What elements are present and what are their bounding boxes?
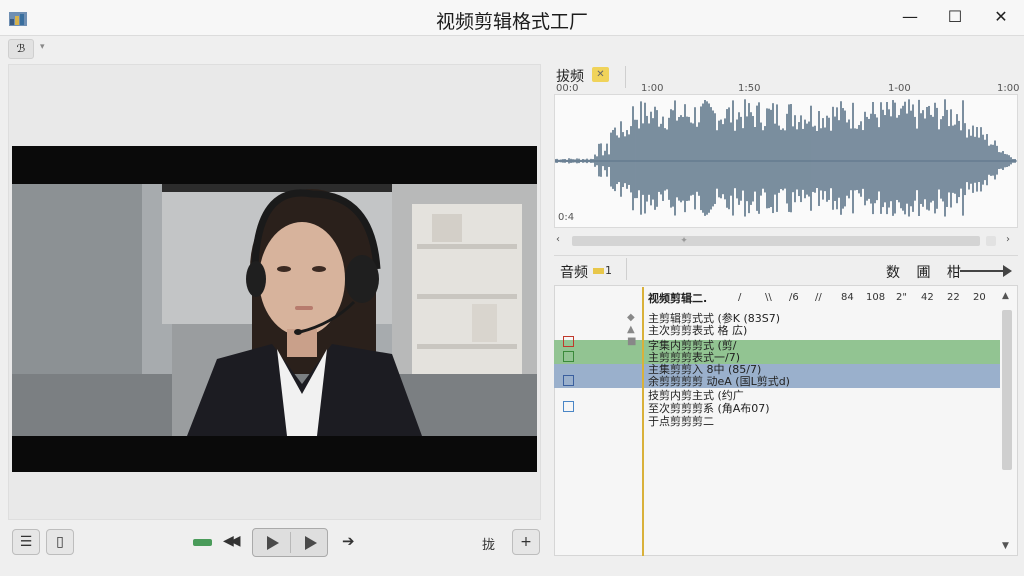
waveform-graphic (554, 99, 1017, 217)
chevron-up-icon[interactable]: ▲ (1002, 291, 1009, 301)
ruler-label: 1:00 (641, 83, 664, 94)
chevron-down-icon[interactable]: ▾ (40, 42, 45, 52)
subtitle-scrollbar[interactable] (1000, 288, 1016, 556)
subtitle-line[interactable]: 余剪剪剪剪 动eA (国L剪式d) (648, 376, 790, 388)
ruler-label: 1:00 (997, 83, 1020, 94)
row-checkbox[interactable] (563, 336, 574, 347)
play-icon[interactable] (267, 536, 279, 550)
audio-track-badge[interactable]: 1 (593, 264, 612, 277)
play-separator (290, 532, 291, 553)
row-checkbox[interactable] (563, 401, 574, 412)
play-next-icon[interactable] (305, 536, 317, 550)
audio-waveform[interactable] (554, 94, 1018, 228)
waveform-scrollbar[interactable]: ‹ ✦ › (556, 233, 1018, 249)
audio-label: 音频 (560, 265, 588, 281)
tool-6[interactable]: /6 (789, 292, 799, 303)
side-icons: ◆ ▲ ■ (627, 312, 637, 347)
list-item[interactable] (554, 340, 1000, 364)
title-bar: 视频剪辑格式工厂 — ☐ ✕ (0, 0, 1024, 36)
scroll-end (986, 236, 996, 246)
maximize-button[interactable]: ☐ (942, 6, 968, 28)
menu-button[interactable]: ℬ (8, 39, 34, 59)
tool-backslash[interactable]: \\ (765, 292, 772, 303)
tool-84[interactable]: 84 (841, 292, 854, 303)
arrow-head (1003, 265, 1012, 277)
ruler-label: 00:0 (556, 83, 579, 94)
phone-button[interactable]: ▯ (46, 529, 74, 555)
arrow-right-icon[interactable] (960, 270, 1006, 272)
subtitle-line[interactable]: 主次剪剪表式 格 広) (648, 325, 747, 337)
plus-button[interactable]: + (512, 529, 540, 555)
divider (625, 66, 626, 88)
letterbox-bottom (12, 436, 537, 472)
subtitle-line[interactable]: 至次剪剪剪系 (角A布07) (648, 403, 770, 415)
scroll-thumb[interactable]: ✦ (678, 234, 690, 248)
row-checkbox[interactable] (563, 351, 574, 362)
divider (626, 258, 627, 280)
chevron-left-icon[interactable]: ‹ (556, 234, 560, 245)
tool-108[interactable]: 108 (866, 292, 885, 303)
subtitle-panel (554, 285, 1018, 556)
scroll-track[interactable] (572, 236, 980, 246)
chevron-down-icon[interactable]: ▼ (1002, 541, 1009, 551)
forward-icon[interactable]: ➔ (342, 532, 355, 550)
rewind-icon[interactable]: ◀◀ (223, 533, 240, 549)
minimize-button[interactable]: — (897, 6, 923, 28)
video-still-image (12, 184, 537, 436)
window-title: 视频剪辑格式工厂 (435, 11, 588, 33)
extra-label[interactable]: 拢 (482, 534, 495, 553)
row-checkbox[interactable] (563, 375, 574, 386)
playhead[interactable] (642, 287, 644, 556)
tool-22[interactable]: 22 (947, 292, 960, 303)
toolbar: ℬ ▾ (0, 36, 1024, 62)
audio-track-count: 1 (605, 264, 612, 277)
waveform-corner-label: 0:4 (558, 212, 575, 223)
ruler-label: 1-00 (888, 83, 911, 94)
tool-42[interactable]: 42 (921, 292, 934, 303)
tool-20[interactable]: 20 (973, 292, 986, 303)
chevron-right-icon[interactable]: › (1006, 234, 1010, 245)
vscroll-thumb[interactable] (1002, 310, 1012, 470)
volume-indicator (193, 539, 212, 546)
list-button[interactable]: ☰ (12, 529, 40, 555)
waveform-pin-icon[interactable]: ✕ (592, 67, 609, 82)
ruler-label: 1:50 (738, 83, 761, 94)
tool-slash[interactable]: / (738, 292, 741, 303)
tool-double-slash[interactable]: // (815, 292, 822, 303)
subtitle-line[interactable]: 技剪内剪主式 (约广 (648, 390, 744, 402)
subtitle-header: 视频剪辑二. (648, 292, 708, 305)
letterbox-top (12, 146, 537, 184)
play-controls (252, 528, 328, 557)
close-button[interactable]: ✕ (988, 6, 1014, 28)
audio-right-label[interactable]: 数 圃 柑 (886, 262, 967, 282)
video-frame[interactable] (12, 184, 537, 436)
tool-2[interactable]: 2" (896, 292, 907, 303)
subtitle-line[interactable]: 于点剪剪剪二 (648, 416, 714, 428)
